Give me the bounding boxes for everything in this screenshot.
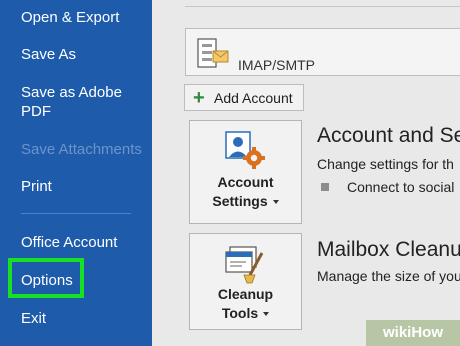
nav-divider	[21, 213, 131, 214]
nav-office-account[interactable]: Office Account	[21, 233, 117, 252]
account-settings-label-line1: Account	[217, 174, 274, 190]
add-account-label: Add Account	[214, 90, 293, 106]
account-settings-button[interactable]: Account Settings	[189, 120, 302, 224]
account-selector[interactable]: IMAP/SMTP	[185, 28, 460, 76]
account-settings-title: Account and Se	[317, 124, 460, 147]
cleanup-tools-button[interactable]: Cleanup Tools	[189, 233, 302, 330]
chevron-down-icon	[263, 312, 270, 317]
email-server-icon	[196, 37, 230, 76]
nav-save-as[interactable]: Save As	[21, 45, 76, 64]
cleanup-tools-label-line1: Cleanup	[217, 286, 274, 302]
plus-icon: +	[193, 87, 205, 109]
backstage-sidebar: Open & Export Save As Save as Adobe PDF …	[0, 0, 152, 346]
nav-save-attachments: Save Attachments	[21, 141, 142, 158]
account-settings-label-text: Settings	[212, 193, 268, 209]
nav-save-as-adobe-pdf[interactable]: Save as Adobe PDF	[21, 83, 141, 121]
account-settings-description: Change settings for th	[317, 156, 454, 172]
account-settings-icon	[224, 130, 268, 177]
pane-top-divider	[185, 0, 460, 7]
mailbox-cleanup-title: Mailbox Cleanu	[317, 238, 460, 261]
nav-open-export[interactable]: Open & Export	[21, 8, 119, 27]
cleanup-tools-icon	[224, 243, 268, 290]
nav-options[interactable]: Options	[21, 271, 73, 290]
bullet-icon	[321, 183, 329, 191]
account-type-label: IMAP/SMTP	[238, 57, 316, 73]
wikihow-watermark: wikiHow	[366, 320, 460, 346]
nav-print[interactable]: Print	[21, 177, 52, 196]
social-network-text: Connect to social	[347, 179, 455, 195]
chevron-down-icon	[272, 200, 279, 205]
nav-exit[interactable]: Exit	[21, 309, 46, 328]
add-account-button[interactable]: + Add Account	[184, 84, 304, 111]
account-settings-label-line2: Settings	[190, 192, 301, 210]
cleanup-tools-label-line2: Tools	[190, 304, 301, 322]
cleanup-tools-label-text: Tools	[221, 305, 259, 321]
mailbox-cleanup-description: Manage the size of you	[317, 268, 460, 284]
